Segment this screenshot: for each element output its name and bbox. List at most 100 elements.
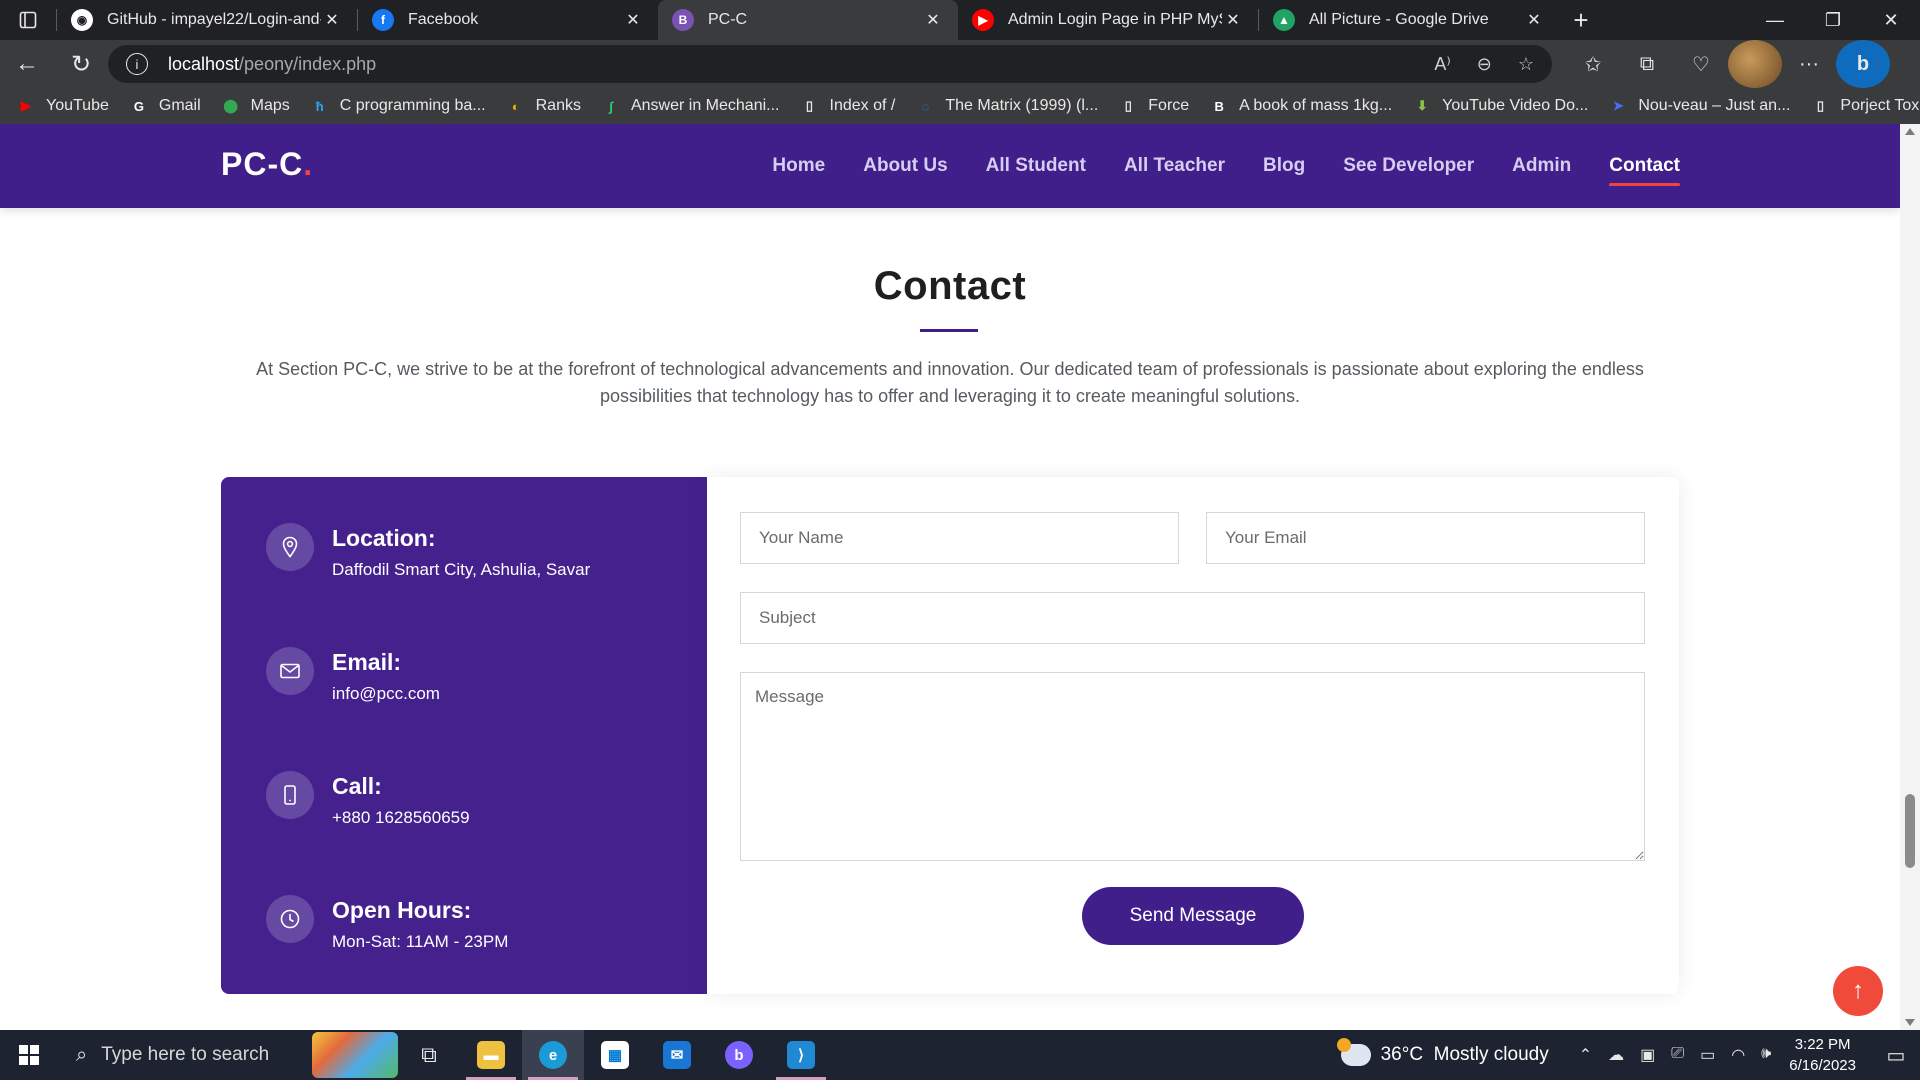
site-info-icon[interactable]: i bbox=[126, 53, 148, 75]
battery-icon[interactable]: ▭ bbox=[1700, 1045, 1715, 1065]
close-window-button[interactable]: ✕ bbox=[1862, 0, 1920, 40]
task-view-icon: ⧉ bbox=[421, 1042, 437, 1067]
windows-logo-icon bbox=[19, 1045, 39, 1065]
meet-now-icon[interactable]: ▣ bbox=[1640, 1045, 1655, 1065]
refresh-button[interactable]: ↻ bbox=[54, 40, 108, 88]
scrollbar-thumb[interactable] bbox=[1905, 794, 1915, 868]
bookmark-item[interactable]: ▯ Index of / bbox=[800, 96, 895, 116]
download-icon: ⬇ bbox=[1416, 98, 1428, 113]
browser-tab-bar: ◉ GitHub - impayel22/Login-and-r ✕ f Faceboo… bbox=[0, 0, 1920, 40]
url-host: localhost bbox=[168, 53, 240, 74]
subject-input[interactable] bbox=[740, 592, 1645, 644]
collections-button[interactable]: ⧉ bbox=[1620, 40, 1674, 88]
close-tab-icon[interactable]: ✕ bbox=[321, 10, 343, 30]
message-textarea[interactable] bbox=[740, 672, 1645, 861]
bookmark-label: The Matrix (1999) (l... bbox=[945, 97, 1099, 114]
bookmark-item[interactable]: ▯ Force bbox=[1118, 96, 1189, 116]
settings-more-button[interactable]: ··· bbox=[1782, 40, 1836, 88]
start-button[interactable] bbox=[0, 1030, 58, 1080]
nav-link-contact[interactable]: Contact bbox=[1609, 155, 1680, 186]
title-underline bbox=[920, 329, 978, 332]
email-input[interactable] bbox=[1206, 512, 1645, 564]
info-label: Call: bbox=[332, 773, 382, 799]
nav-link-all-student[interactable]: All Student bbox=[986, 155, 1086, 177]
chevron-up-icon[interactable]: ⌃ bbox=[1579, 1045, 1592, 1065]
file-explorer-app[interactable]: ▬ bbox=[460, 1030, 522, 1080]
store-app[interactable]: ▦ bbox=[584, 1030, 646, 1080]
system-clock[interactable]: 3:22 PM 6/16/2023 bbox=[1789, 1034, 1856, 1076]
nav-link-see-developer[interactable]: See Developer bbox=[1343, 155, 1474, 177]
nav-link-about-us[interactable]: About Us bbox=[863, 155, 947, 177]
bookmark-item[interactable]: ⬇ YouTube Video Do... bbox=[1412, 96, 1589, 116]
search-icon: ⌕ bbox=[76, 1043, 88, 1066]
bookmark-item[interactable]: ⬤ Maps bbox=[221, 96, 289, 116]
bookmark-item[interactable]: ▯ Porject Toxic bbox=[1810, 96, 1920, 116]
nav-link-all-teacher[interactable]: All Teacher bbox=[1124, 155, 1225, 177]
browser-tab[interactable]: B PC-C ✕ bbox=[658, 0, 958, 40]
new-tab-button[interactable]: + bbox=[1559, 0, 1603, 40]
scroll-up-icon[interactable] bbox=[1905, 128, 1915, 135]
favorite-star-icon[interactable]: ☆ bbox=[1518, 54, 1534, 75]
bookmark-item[interactable]: ∫ Answer in Mechani... bbox=[601, 96, 780, 116]
display-icon[interactable]: ⎚ bbox=[1671, 1045, 1684, 1065]
zoom-icon[interactable]: ⊖ bbox=[1477, 54, 1492, 75]
bing-app[interactable]: b bbox=[708, 1030, 770, 1080]
weather-temp: 36°C bbox=[1380, 1044, 1424, 1065]
browser-tab[interactable]: ◉ GitHub - impayel22/Login-and-r ✕ bbox=[57, 0, 357, 40]
taskbar-search[interactable]: ⌕ Type here to search bbox=[58, 1030, 398, 1080]
nav-link-admin[interactable]: Admin bbox=[1512, 155, 1571, 177]
close-tab-icon[interactable]: ✕ bbox=[622, 10, 644, 30]
browser-tab[interactable]: ▶ Admin Login Page in PHP MySQL✕ bbox=[958, 0, 1258, 40]
close-tab-icon[interactable]: ✕ bbox=[1523, 10, 1545, 30]
bookmark-item[interactable]: ħ C programming ba... bbox=[310, 96, 486, 116]
plus-icon: + bbox=[1573, 4, 1589, 35]
browser-essentials-button[interactable]: ♡ bbox=[1674, 40, 1728, 88]
nav-link-home[interactable]: Home bbox=[772, 155, 825, 177]
nav-link-blog[interactable]: Blog bbox=[1263, 155, 1305, 177]
section-title: Contact bbox=[873, 264, 1027, 308]
onedrive-icon[interactable]: ☁ bbox=[1608, 1045, 1624, 1065]
bookmark-item[interactable]: B A book of mass 1kg... bbox=[1209, 96, 1392, 116]
bookmark-label: YouTube bbox=[46, 97, 109, 114]
scroll-down-icon[interactable] bbox=[1905, 1019, 1915, 1026]
notification-button[interactable]: ▭ bbox=[1872, 1030, 1920, 1080]
bookmark-label: Answer in Mechani... bbox=[630, 97, 780, 114]
name-input[interactable] bbox=[740, 512, 1179, 564]
profile-button[interactable] bbox=[1728, 40, 1782, 88]
bookmark-item[interactable]: ◌ The Matrix (1999) (l... bbox=[915, 96, 1098, 116]
read-aloud-icon[interactable]: A⁾ bbox=[1434, 54, 1450, 75]
mail-icon: ✉ bbox=[663, 1041, 691, 1069]
task-view-button[interactable]: ⧉ bbox=[398, 1030, 460, 1080]
bookmark-item[interactable]: ▶ YouTube bbox=[16, 96, 109, 116]
google-icon: G bbox=[133, 98, 144, 114]
tab-actions-button[interactable] bbox=[0, 0, 56, 40]
browser-tab[interactable]: ▲ All Picture - Google Drive ✕ bbox=[1259, 0, 1559, 40]
restore-button[interactable]: ❐ bbox=[1804, 0, 1862, 40]
bookmark-list: ▶ YouTube G Gmail ⬤ Maps ħ C programming ba... ◐… bbox=[16, 96, 1920, 116]
copilot-button[interactable]: b bbox=[1836, 40, 1890, 88]
mail-app[interactable]: ✉ bbox=[646, 1030, 708, 1080]
bookmark-item[interactable]: G Gmail bbox=[129, 96, 201, 116]
bookmark-item[interactable]: ➤ Nou-veau – Just an... bbox=[1608, 96, 1791, 116]
tray-icons: ⌃ ☁ ▣ ⎚ ▭ ◠ 🕪 bbox=[1579, 1045, 1772, 1065]
close-tab-icon[interactable]: ✕ bbox=[1222, 10, 1244, 30]
weather-widget[interactable]: 36°C Mostly cloudy bbox=[1336, 1038, 1549, 1066]
wifi-icon[interactable]: ◠ bbox=[1731, 1045, 1745, 1065]
close-tab-icon[interactable]: ✕ bbox=[922, 10, 944, 30]
address-bar[interactable]: i localhost/peony/index.php A⁾ ⊖ ☆ bbox=[108, 45, 1552, 83]
clock-icon bbox=[266, 895, 314, 943]
volume-icon[interactable]: 🕪 bbox=[1761, 1045, 1771, 1065]
vscode-app[interactable]: ⟩ bbox=[770, 1030, 832, 1080]
page-scrollbar[interactable] bbox=[1900, 124, 1920, 1030]
browser-tab[interactable]: f Facebook ✕ bbox=[358, 0, 658, 40]
favorites-button[interactable]: ✩ bbox=[1566, 40, 1620, 88]
send-message-button[interactable]: Send Message bbox=[1082, 887, 1304, 945]
arrow-left-icon: ← bbox=[15, 50, 39, 77]
refresh-icon: ↻ bbox=[70, 50, 92, 78]
bookmark-item[interactable]: ◐ Ranks bbox=[506, 96, 581, 116]
minimize-button[interactable]: — bbox=[1746, 0, 1804, 40]
edge-app[interactable]: e bbox=[522, 1030, 584, 1080]
site-logo[interactable]: PC-C. bbox=[221, 146, 313, 183]
back-button[interactable]: ← bbox=[0, 40, 54, 88]
back-to-top-button[interactable]: ↑ bbox=[1833, 966, 1883, 1016]
